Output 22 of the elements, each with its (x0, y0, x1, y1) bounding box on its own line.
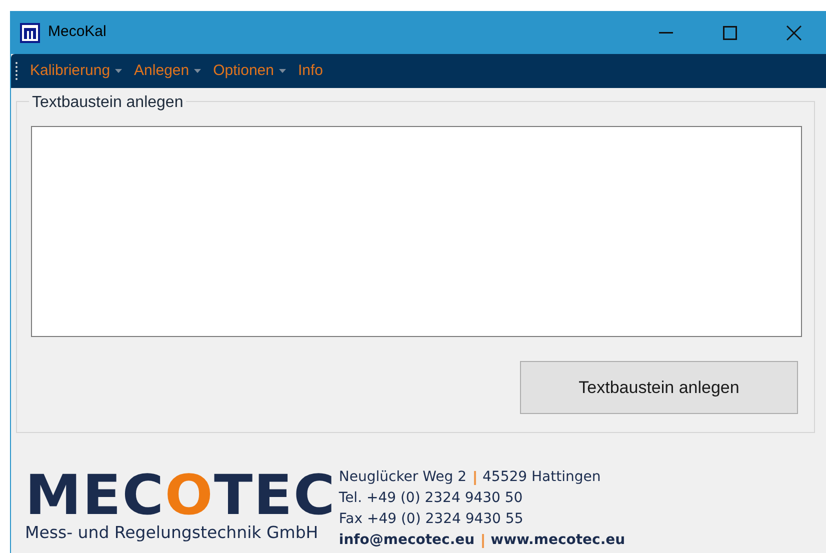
minimize-icon (659, 32, 673, 34)
menu-item[interactable]: Info (298, 60, 324, 82)
window-title: MecoKal (48, 22, 108, 42)
menu-item[interactable]: Anlegen (134, 60, 202, 82)
address-text: Tel. +49 (0) 2324 9430 50 (338, 489, 523, 508)
create-button[interactable]: Textbaustein anlegen (520, 361, 798, 414)
app-icon (20, 22, 40, 42)
grip-icon (15, 61, 18, 81)
address-text: Fax +49 (0) 2324 9430 55 (338, 510, 524, 529)
maximize-icon (723, 26, 737, 40)
caret-icon (279, 69, 286, 73)
address-text: 45529 Hattingen (482, 468, 601, 487)
menu-item[interactable]: Kalibrierung (30, 60, 122, 82)
caret-icon (115, 69, 122, 73)
caret-icon (194, 69, 202, 73)
address-text: info@mecotec.eu (338, 531, 475, 550)
address-text: Neuglücker Weg 2 (338, 468, 467, 487)
address-text: www.mecotec.eu (490, 531, 626, 550)
company-tagline: Mess- und Regelungstechnik GmbH (25, 523, 320, 542)
company-logo: MECOTEC (25, 467, 336, 523)
menu-item[interactable]: Optionen (213, 60, 286, 82)
close-icon (786, 24, 802, 40)
